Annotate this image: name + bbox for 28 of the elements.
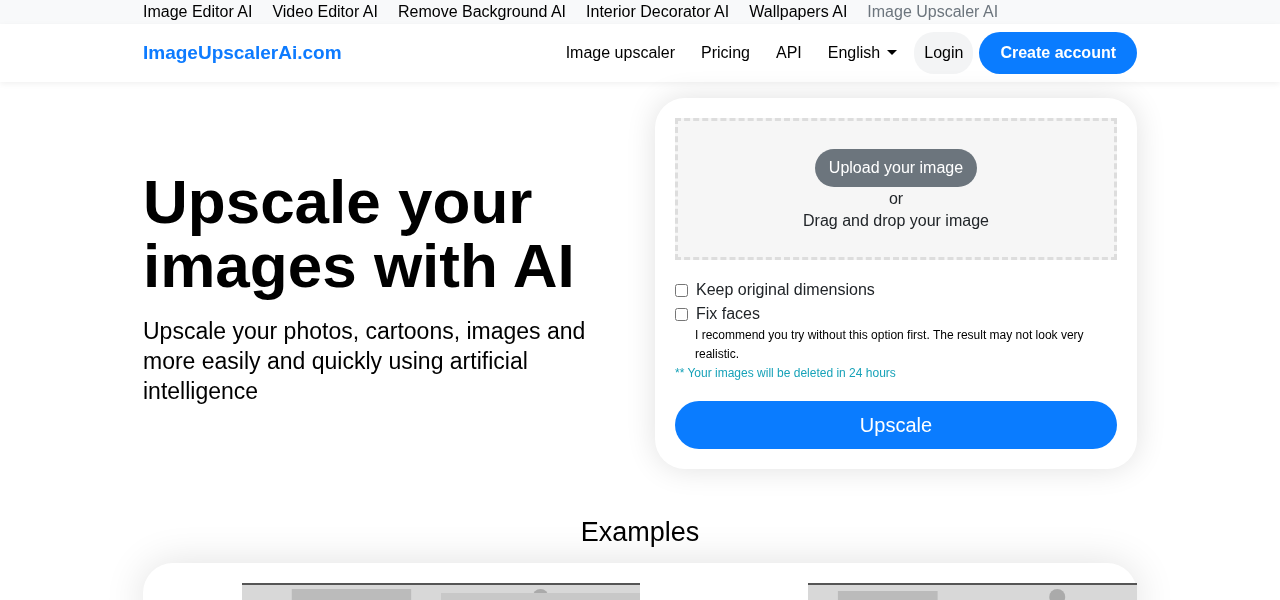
- site-link[interactable]: Image Editor AI: [143, 0, 253, 24]
- checkbox-label: Keep original dimensions: [696, 280, 875, 300]
- nav-link[interactable]: Image upscaler: [552, 44, 689, 62]
- site-link[interactable]: Video Editor AI: [272, 0, 378, 24]
- or-label: or: [888, 189, 904, 208]
- hero-subtitle: Upscale your photos, cartoons, images and more easily and quickly using artificial intelligence: [143, 317, 587, 406]
- drop-zone[interactable]: Upload your image or Drag and drop your image: [675, 118, 1117, 260]
- login-button[interactable]: Login: [914, 32, 974, 74]
- notice-text: ** Your images will be deleted in 24 hours: [675, 365, 897, 382]
- upload-button[interactable]: Upload your image: [814, 148, 978, 187]
- option-note: I recommend you try without this option first. The result may not look very realistic.: [695, 327, 1085, 363]
- site-link[interactable]: Remove Background AI: [397, 0, 567, 24]
- create-account-button[interactable]: Create account: [979, 32, 1137, 74]
- caret-icon: [887, 50, 898, 56]
- checkbox-label: Fix faces: [696, 304, 760, 324]
- nav-link[interactable]: API: [762, 44, 815, 62]
- site-link[interactable]: Wallpapers AI: [749, 0, 848, 24]
- upscale-button[interactable]: Upscale: [675, 401, 1117, 449]
- checkbox[interactable]: [675, 283, 688, 297]
- section-title: Examples: [579, 516, 701, 549]
- hero-title: Upscale your images with AI: [143, 170, 576, 298]
- brand-logo[interactable]: ImageUpscalerAi.com: [143, 42, 342, 64]
- nav-link[interactable]: Pricing: [688, 44, 763, 62]
- language-dropdown[interactable]: English: [814, 44, 911, 62]
- site-link[interactable]: Image Upscaler AI: [867, 0, 999, 24]
- site-link[interactable]: Interior Decorator AI: [586, 0, 730, 24]
- drag-drop-label: Drag and drop your image: [803, 211, 989, 230]
- checkbox[interactable]: [675, 307, 688, 321]
